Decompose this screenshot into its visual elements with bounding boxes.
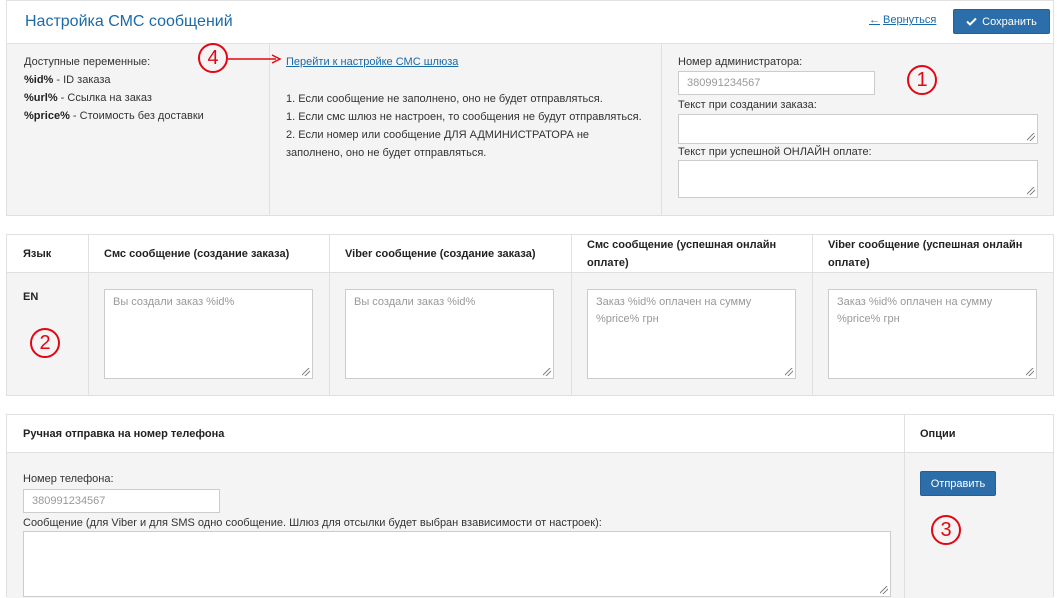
manual-send-title: Ручная отправка на номер телефона [23,428,225,440]
column-divider [329,235,330,395]
column-divider [269,44,270,215]
column-header: Смс сообщение (успешная онлайн оплате) [587,239,777,269]
annotation-marker-3: 3 [931,515,961,545]
column-divider [904,415,905,598]
resize-grip-icon[interactable] [1026,368,1034,376]
resize-grip-icon[interactable] [543,368,551,376]
gateway-note: 1. Если сообщение не заполнено, оно не б… [286,93,603,105]
variable-name: %id% [24,74,54,86]
variable-item: %url% - Ссылка на заказ [24,92,152,104]
annotation-arrow [228,54,282,64]
variable-item: %id% - ID заказа [24,74,111,86]
sms-paid-textarea[interactable]: Заказ %id% оплачен на сумму %price% грн [587,289,796,379]
admin-payment-text-area[interactable] [678,160,1038,198]
page-header: Настройка СМС сообщений ← Вернуться Сохр… [6,0,1054,44]
annotation-marker-4: 4 [198,43,228,73]
save-button-label: Сохранить [982,15,1037,28]
viber-create-textarea[interactable]: Вы создали заказ %id% [345,289,554,379]
textarea-placeholder: Заказ %id% оплачен на сумму %price% грн [596,296,752,325]
column-divider [661,44,662,215]
manual-send-header: Ручная отправка на номер телефона Опции [7,415,1053,453]
sms-create-textarea[interactable]: Вы создали заказ %id% [104,289,313,379]
language-code: EN [23,291,39,303]
back-link-label: Вернуться [883,14,937,26]
gateway-note: 1. Если смс шлюз не настроен, то сообщен… [286,111,642,123]
variable-desc: - ID заказа [53,74,111,86]
save-button[interactable]: Сохранить [953,9,1050,34]
textarea-placeholder: Вы создали заказ %id% [113,296,235,308]
settings-panel: Доступные переменные: %id% - ID заказа %… [6,44,1054,216]
column-divider [571,235,572,395]
viber-paid-textarea[interactable]: Заказ %id% оплачен на сумму %price% грн [828,289,1037,379]
arrow-left-icon: ← [869,14,880,26]
resize-grip-icon[interactable] [302,368,310,376]
admin-order-text-area[interactable] [678,114,1038,144]
resize-grip-icon[interactable] [785,368,793,376]
variable-name: %price% [24,110,70,122]
language-messages-table: Язык Смс сообщение (создание заказа) Vib… [6,234,1054,396]
manual-message-label: Сообщение (для Viber и для SMS одно сооб… [23,517,602,529]
manual-message-textarea[interactable] [23,531,891,597]
column-header: Viber сообщение (создание заказа) [345,248,536,260]
gateway-note: 2. Если номер или сообщение ДЛЯ АДМИНИСТ… [286,129,590,159]
column-header: Смс сообщение (создание заказа) [104,248,290,260]
admin-phone-input[interactable]: 380991234567 [678,71,875,95]
column-header: Язык [23,248,52,260]
column-header: Viber сообщение (успешная онлайн оплате) [828,239,1023,269]
admin-phone-label: Номер администратора: [678,56,803,68]
manual-phone-input[interactable]: 380991234567 [23,489,220,513]
variables-heading: Доступные переменные: [24,56,151,68]
options-title: Опции [920,428,956,440]
resize-grip-icon[interactable] [1027,133,1035,141]
page-title: Настройка СМС сообщений [25,13,233,30]
table-row: EN Вы создали заказ %id% Вы создали зака… [7,273,1053,395]
back-link[interactable]: ← Вернуться [869,14,936,26]
manual-phone-label: Номер телефона: [23,473,114,485]
annotation-marker-1: 1 [907,65,937,95]
admin-order-text-label: Текст при создании заказа: [678,99,817,111]
variable-name: %url% [24,92,58,104]
manual-send-panel: Ручная отправка на номер телефона Опции … [6,414,1054,598]
gateway-settings-link[interactable]: Перейти к настройке СМС шлюза [286,56,458,68]
annotation-marker-2: 2 [30,328,60,358]
manual-send-body: Номер телефона: 380991234567 Сообщение (… [7,453,1053,598]
variable-item: %price% - Стоимость без доставки [24,110,204,122]
resize-grip-icon[interactable] [880,586,888,594]
column-divider [88,235,89,395]
variable-desc: - Ссылка на заказ [57,92,152,104]
table-header-row: Язык Смс сообщение (создание заказа) Vib… [7,235,1053,273]
variable-desc: - Стоимость без доставки [69,110,204,122]
send-button[interactable]: Отправить [920,471,996,496]
admin-payment-text-label: Текст при успешной ОНЛАЙН оплате: [678,146,872,158]
check-icon [966,17,977,26]
textarea-placeholder: Вы создали заказ %id% [354,296,476,308]
resize-grip-icon[interactable] [1027,187,1035,195]
textarea-placeholder: Заказ %id% оплачен на сумму %price% грн [837,296,993,325]
column-divider [812,235,813,395]
